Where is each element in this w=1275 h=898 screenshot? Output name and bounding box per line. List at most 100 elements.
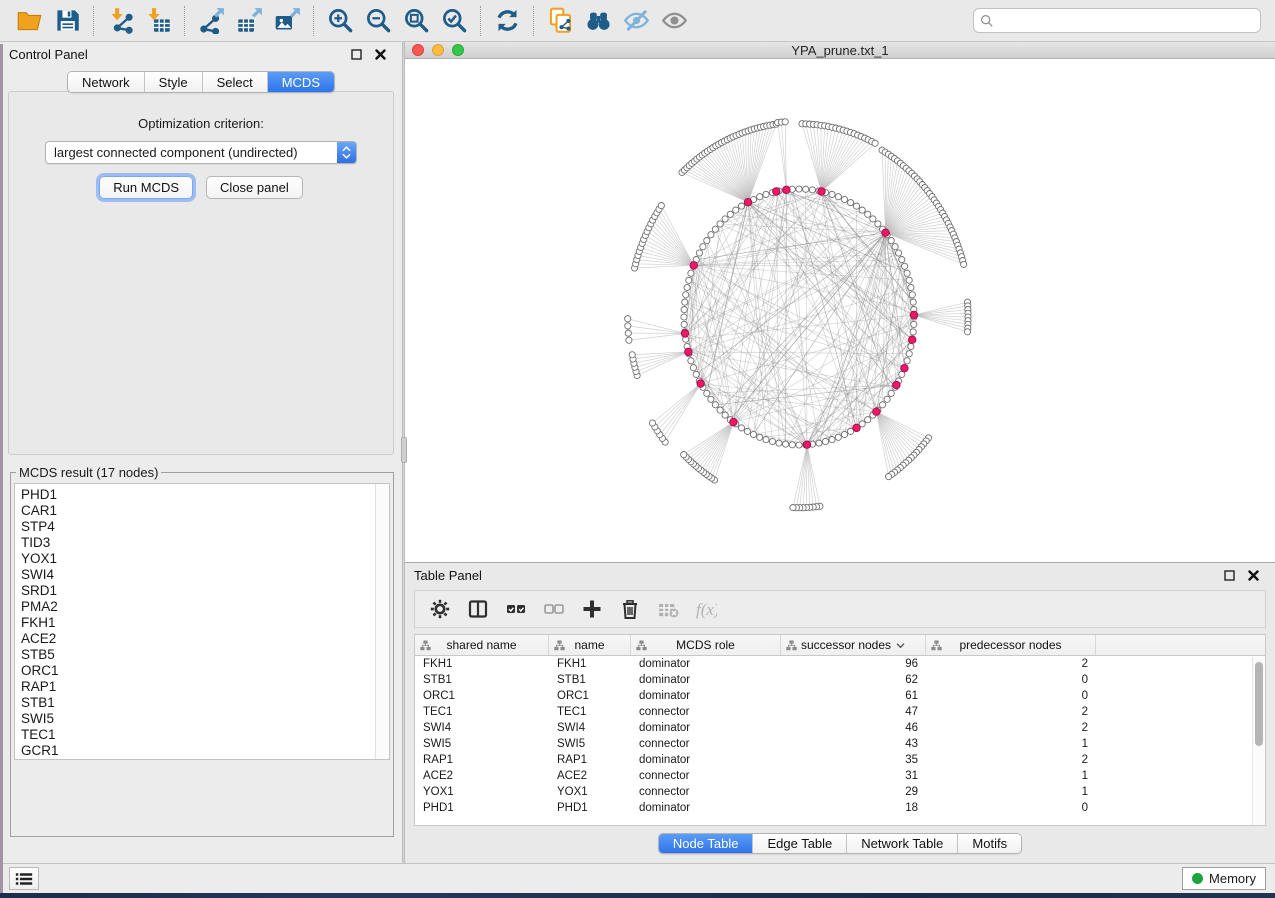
criterion-select[interactable]: largest connected component (undirected)	[45, 141, 357, 164]
toolbar-separator	[184, 6, 185, 36]
mcds-result-item[interactable]: FKH1	[21, 615, 389, 631]
table-row[interactable]: SWI4SWI4dominator462	[415, 720, 1265, 736]
delete-column-button[interactable]	[613, 593, 647, 625]
refresh-layout-button[interactable]	[488, 4, 526, 38]
table-settings-button[interactable]	[423, 593, 457, 625]
hide-selected-button[interactable]	[617, 4, 655, 38]
tab-network-table[interactable]: Network Table	[846, 834, 957, 853]
export-table-button[interactable]	[230, 4, 268, 38]
table-body: FKH1FKH1dominator962STB1STB1dominator620…	[415, 656, 1265, 816]
close-mcds-button[interactable]: Close panel	[206, 176, 303, 199]
find-button[interactable]	[579, 4, 617, 38]
tab-select[interactable]: Select	[202, 72, 267, 92]
import-table-button[interactable]	[139, 4, 177, 38]
mcds-result-item[interactable]: ORC1	[21, 663, 389, 679]
column-type-icon	[636, 640, 647, 651]
clone-network-button[interactable]	[541, 4, 579, 38]
toolbar-separator	[93, 6, 94, 36]
mcds-result-item[interactable]: PHD1	[21, 487, 389, 503]
table-row[interactable]: ORC1ORC1dominator610	[415, 688, 1265, 704]
float-panel-button[interactable]	[348, 47, 364, 63]
zoom-selected-button[interactable]	[435, 4, 473, 38]
tab-node-table[interactable]: Node Table	[659, 834, 753, 853]
float-table-panel-button[interactable]	[1221, 568, 1237, 584]
mcds-result-item[interactable]: YOX1	[21, 551, 389, 567]
zoom-in-button[interactable]	[321, 4, 359, 38]
table-cell: 1	[926, 786, 1096, 798]
column-header-successor-nodes[interactable]: successor nodes	[781, 635, 926, 655]
select-stepper-icon	[337, 142, 356, 163]
table-cell: dominator	[631, 658, 781, 670]
table-cell: RAP1	[549, 754, 631, 766]
table-row[interactable]: ACE2ACE2connector311	[415, 768, 1265, 784]
export-network-icon	[198, 7, 225, 34]
deselect-all-rows-button[interactable]	[537, 593, 571, 625]
table-row[interactable]: FKH1FKH1dominator962	[415, 656, 1265, 672]
table-cell: 0	[926, 674, 1096, 686]
close-panel-button[interactable]	[372, 47, 388, 63]
panel-splitter[interactable]	[402, 42, 405, 863]
close-table-panel-button[interactable]	[1245, 568, 1261, 584]
show-all-button[interactable]	[655, 4, 693, 38]
mcds-list-scrollbar[interactable]	[375, 484, 389, 759]
export-image-button[interactable]	[268, 4, 306, 38]
zoom-out-button[interactable]	[359, 4, 397, 38]
table-settings-icon	[429, 598, 451, 620]
export-network-button[interactable]	[192, 4, 230, 38]
mcds-result-item[interactable]: STB1	[21, 695, 389, 711]
table-row[interactable]: YOX1YOX1connector291	[415, 784, 1265, 800]
tab-mcds[interactable]: MCDS	[267, 72, 334, 92]
table-cell: PHD1	[549, 802, 631, 814]
network-canvas[interactable]	[405, 59, 1275, 562]
table-row[interactable]: STB1STB1dominator620	[415, 672, 1265, 688]
mcds-result-item[interactable]: PMA2	[21, 599, 389, 615]
mcds-result-item[interactable]: SWI5	[21, 711, 389, 727]
run-mcds-button[interactable]: Run MCDS	[99, 176, 193, 199]
table-cell: 47	[781, 706, 926, 718]
select-all-rows-button[interactable]	[499, 593, 533, 625]
table-cell: 62	[781, 674, 926, 686]
table-scrollbar-thumb[interactable]	[1255, 662, 1263, 746]
toolbar-separator	[533, 6, 534, 36]
table-cell: STB1	[415, 674, 549, 686]
mcds-result-item[interactable]: STB5	[21, 647, 389, 663]
mcds-result-item[interactable]: STP4	[21, 519, 389, 535]
add-column-button[interactable]	[575, 593, 609, 625]
column-header-predecessor-nodes[interactable]: predecessor nodes	[926, 635, 1096, 655]
mcds-result-item[interactable]: TEC1	[21, 727, 389, 743]
import-network-button[interactable]	[101, 4, 139, 38]
show-columns-button[interactable]	[461, 593, 495, 625]
tab-motifs[interactable]: Motifs	[957, 834, 1021, 853]
open-session-button[interactable]	[10, 4, 48, 38]
mcds-result-item[interactable]: RAP1	[21, 679, 389, 695]
mcds-result-item[interactable]: GCR1	[21, 743, 389, 759]
table-scrollbar[interactable]	[1252, 657, 1265, 825]
table-cell: 0	[926, 690, 1096, 702]
column-header-shared-name[interactable]: shared name	[415, 635, 549, 655]
mcds-result-item[interactable]: CAR1	[21, 503, 389, 519]
table-cell: dominator	[631, 690, 781, 702]
mcds-result-item[interactable]: SWI4	[21, 567, 389, 583]
mcds-result-item[interactable]: ACE2	[21, 631, 389, 647]
tab-edge-table[interactable]: Edge Table	[752, 834, 846, 853]
table-row[interactable]: SWI5SWI5connector431	[415, 736, 1265, 752]
mcds-result-item[interactable]: TID3	[21, 535, 389, 551]
task-history-button[interactable]	[9, 867, 39, 890]
zoom-fit-button[interactable]	[397, 4, 435, 38]
network-window: YPA_prune.txt_1	[405, 42, 1275, 563]
column-header-name[interactable]: name	[549, 635, 631, 655]
tab-style[interactable]: Style	[144, 72, 202, 92]
criterion-value: largest connected component (undirected)	[46, 145, 337, 160]
search-input[interactable]	[999, 13, 1254, 28]
column-header-MCDS-role[interactable]: MCDS role	[631, 635, 781, 655]
splitter-handle[interactable]	[401, 437, 407, 463]
table-row[interactable]: RAP1RAP1dominator352	[415, 752, 1265, 768]
tab-network[interactable]: Network	[68, 72, 144, 92]
table-row[interactable]: TEC1TEC1connector472	[415, 704, 1265, 720]
table-tabs: Node TableEdge TableNetwork TableMotifs	[658, 833, 1022, 854]
memory-button[interactable]: Memory	[1182, 867, 1266, 890]
table-row[interactable]: PHD1PHD1dominator180	[415, 800, 1265, 816]
mcds-result-item[interactable]: SRD1	[21, 583, 389, 599]
search-box[interactable]	[973, 8, 1261, 33]
save-session-button[interactable]	[48, 4, 86, 38]
